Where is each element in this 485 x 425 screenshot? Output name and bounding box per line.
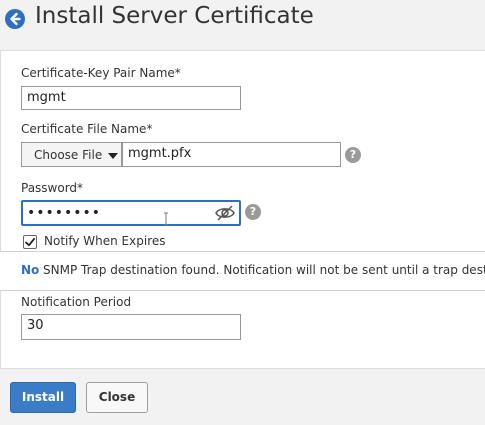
notify-label: Notify When Expires [44,234,166,248]
certkey-name-input[interactable]: mgmt [21,86,241,110]
password-label: Password* [21,181,84,195]
close-button[interactable]: Close [86,382,148,413]
footer-bar: Install Close [0,368,485,425]
certkey-name-label: Certificate-Key Pair Name* [21,66,181,80]
install-button[interactable]: Install [10,382,76,413]
notification-period-label: Notification Period [21,295,132,309]
help-icon[interactable]: ? [345,147,361,163]
snmp-notice: No SNMP Trap destination found. Notifica… [0,251,485,291]
notify-checkbox[interactable] [23,235,37,249]
choose-file-button[interactable]: Choose File [21,142,122,167]
choose-file-label: Choose File [34,148,103,162]
eye-slash-icon[interactable] [215,204,235,222]
certfile-name-label: Certificate File Name* [21,122,153,136]
notice-message: SNMP Trap destination found. Notificatio… [43,263,485,277]
password-input[interactable]: •••••••• [21,200,241,226]
password-mask: •••••••• [27,205,102,221]
certfile-name-input[interactable]: mgmt.pfx [122,142,341,167]
back-arrow-icon[interactable] [5,9,25,29]
notification-period-input[interactable]: 30 [21,314,241,340]
chevron-down-icon [108,153,118,159]
help-icon[interactable]: ? [245,204,261,220]
page-title: Install Server Certificate [35,3,314,29]
text-cursor-icon [164,212,168,226]
notice-no: No [21,263,40,277]
page-header: Install Server Certificate [0,0,485,40]
